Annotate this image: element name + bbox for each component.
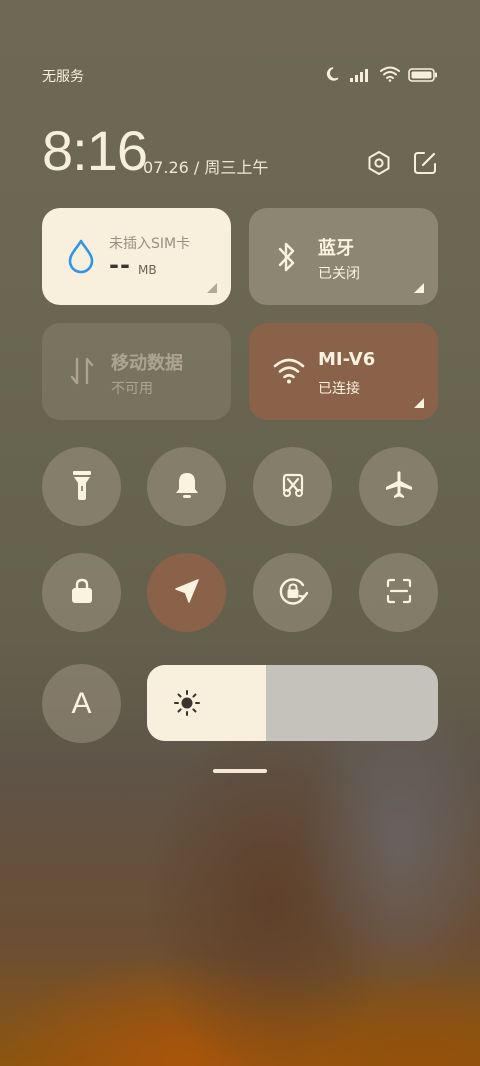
bluetooth-icon <box>275 240 299 278</box>
status-bar: 无服务 <box>42 64 438 88</box>
bluetooth-title: 蓝牙 <box>318 238 354 259</box>
auto-brightness-toggle[interactable]: A <box>42 664 121 743</box>
scan-icon <box>384 576 414 610</box>
rotation-lock-icon <box>276 574 310 612</box>
brightness-slider[interactable] <box>147 665 438 741</box>
mobile-data-tile[interactable]: 移动数据 不可用 <box>42 323 231 420</box>
sun-icon <box>173 689 201 721</box>
scanner-toggle[interactable] <box>359 553 438 632</box>
battery-icon <box>408 67 438 86</box>
brightness-fill <box>147 665 267 741</box>
signal-bars-icon <box>350 67 372 86</box>
lock-icon <box>69 577 95 609</box>
airplane-toggle[interactable] <box>359 447 438 526</box>
expand-corner-icon <box>414 398 424 408</box>
moon-icon <box>326 66 342 86</box>
wifi-network-name: MI-V6 <box>318 349 376 370</box>
wifi-status: 已连接 <box>318 381 360 397</box>
flashlight-icon <box>70 469 94 505</box>
clock-date: 07.26 / 周三上午 <box>143 158 269 177</box>
status-icons <box>326 66 438 86</box>
data-usage-value: -- <box>109 251 131 279</box>
lock-screen-toggle[interactable] <box>42 553 121 632</box>
wifi-icon <box>273 357 305 389</box>
carrier-label: 无服务 <box>42 69 84 85</box>
data-usage-unit: MB <box>138 263 157 277</box>
settings-icon[interactable] <box>366 150 392 176</box>
flashlight-toggle[interactable] <box>42 447 121 526</box>
auto-brightness-label: A <box>71 686 92 720</box>
screenshot-icon <box>278 470 308 504</box>
bluetooth-status: 已关闭 <box>318 266 360 282</box>
drag-handle[interactable] <box>213 769 267 773</box>
sim-status-label: 未插入SIM卡 <box>109 236 191 252</box>
wifi-icon <box>380 66 400 86</box>
clock-row: 8:16 07.26 / 周三上午 <box>42 120 438 186</box>
wifi-tile[interactable]: MI-V6 已连接 <box>249 323 438 420</box>
expand-corner-icon <box>207 283 217 293</box>
expand-corner-icon <box>414 283 424 293</box>
screenshot-toggle[interactable] <box>253 447 332 526</box>
location-toggle[interactable] <box>147 553 226 632</box>
airplane-icon <box>383 469 415 505</box>
bluetooth-tile[interactable]: 蓝牙 已关闭 <box>249 208 438 305</box>
edit-icon[interactable] <box>412 150 438 176</box>
mobile-data-status: 不可用 <box>111 381 153 397</box>
data-arrows-icon <box>69 355 95 391</box>
bell-icon <box>173 470 201 504</box>
clock-time: 8:16 <box>42 119 148 182</box>
location-icon <box>173 577 201 609</box>
rotation-lock-toggle[interactable] <box>253 553 332 632</box>
data-usage-tile[interactable]: 未插入SIM卡 -- MB <box>42 208 231 305</box>
header-actions <box>366 150 438 176</box>
mobile-data-title: 移动数据 <box>111 353 183 374</box>
water-drop-icon <box>66 238 96 278</box>
ring-mode-toggle[interactable] <box>147 447 226 526</box>
